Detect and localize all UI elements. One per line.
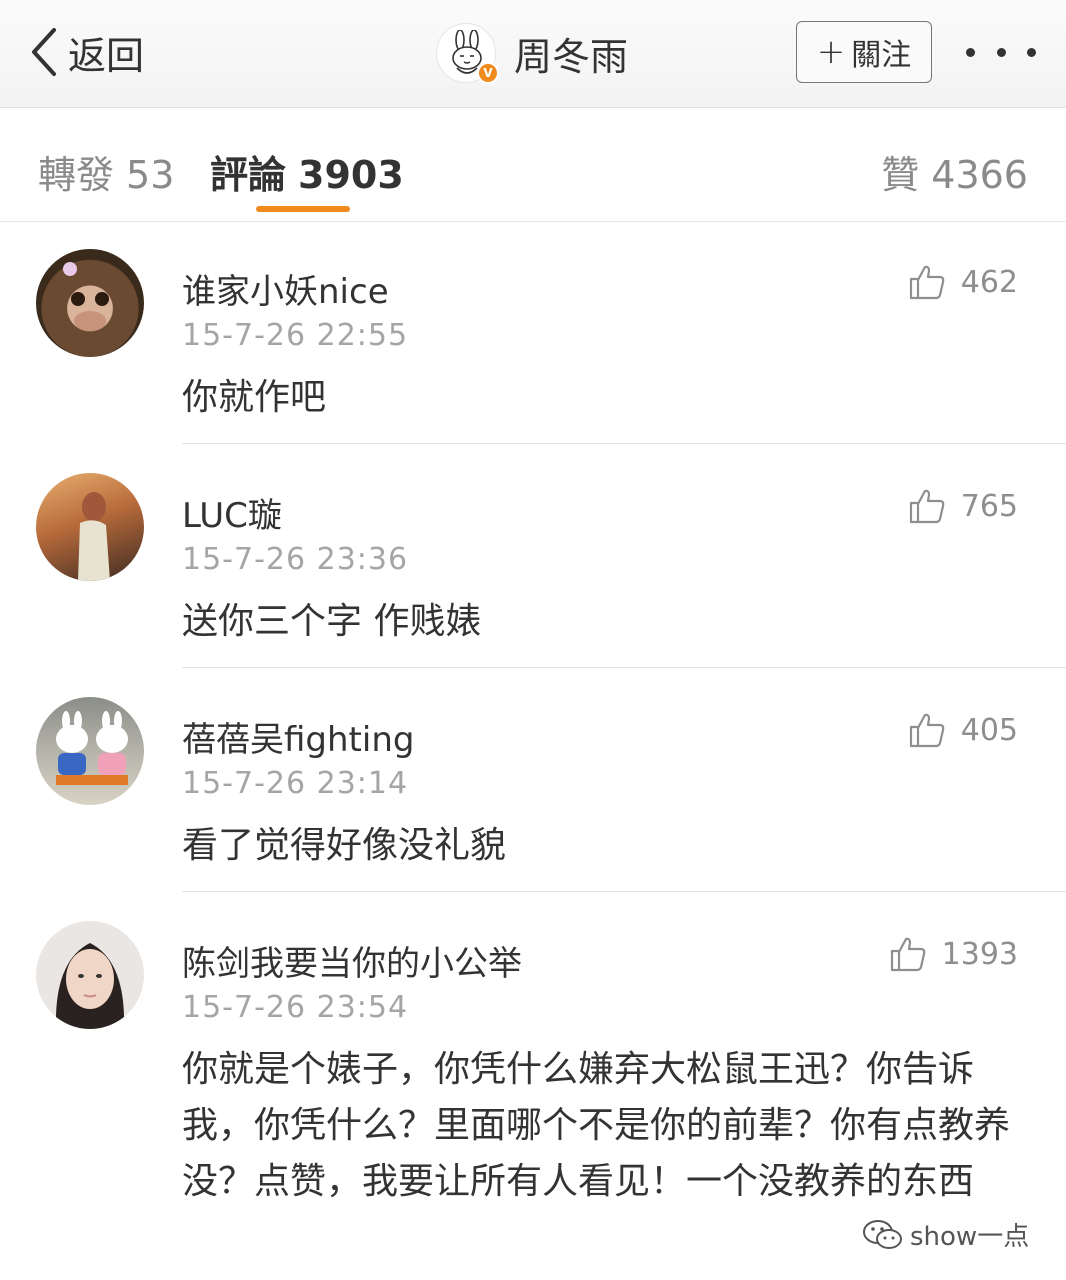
back-button[interactable]: 返回	[28, 22, 144, 82]
watermark: show一点	[862, 1216, 1029, 1253]
like-count: 1393	[941, 936, 1018, 972]
divider	[182, 667, 1066, 668]
plus-icon: +	[816, 32, 846, 72]
monkey-avatar-icon	[63, 262, 109, 331]
wechat-icon	[863, 1219, 902, 1249]
nav-header: 返回 V 周冬雨 + 關注	[0, 0, 1066, 108]
back-label: 返回	[68, 33, 145, 78]
chevron-left-icon	[32, 28, 56, 76]
follow-button[interactable]: + 關注	[796, 21, 932, 83]
comment-time: 15-7-26 23:36	[182, 542, 409, 577]
comment-text: 看了觉得好像没礼貌	[182, 825, 507, 866]
tab-label: 贊	[881, 153, 920, 197]
comment-username[interactable]: LUC璇	[182, 488, 282, 537]
comment-username[interactable]: 谁家小妖nice	[182, 264, 389, 313]
divider	[182, 891, 1066, 892]
miffy-avatar-icon	[56, 711, 128, 785]
tab-likes[interactable]: 贊 4366	[881, 144, 1028, 199]
avatar[interactable]	[36, 697, 144, 805]
page-title: 周冬雨	[514, 34, 629, 79]
girl-selfie-avatar-icon	[55, 943, 125, 1029]
profile-avatar[interactable]: V	[436, 23, 499, 84]
follow-label: 關注	[851, 38, 912, 73]
comment-time: 15-7-26 22:55	[182, 318, 409, 353]
like-count: 765	[960, 488, 1018, 524]
more-button[interactable]	[966, 30, 1036, 74]
tab-label: 評論	[210, 153, 287, 197]
comment-text: 你就作吧	[182, 377, 327, 418]
comment-time: 15-7-26 23:14	[182, 766, 409, 801]
active-tab-indicator	[256, 206, 350, 212]
comment-text: 送你三个字 作贱婊	[182, 601, 482, 642]
like-button[interactable]: 765	[907, 486, 1018, 526]
like-button[interactable]: 462	[907, 262, 1018, 302]
like-count: 462	[960, 264, 1018, 300]
profile-title[interactable]: V 周冬雨	[436, 22, 628, 84]
girl-sunset-avatar-icon	[78, 492, 110, 581]
avatar[interactable]	[36, 473, 144, 581]
thumbs-up-icon	[909, 489, 945, 524]
avatar[interactable]	[36, 249, 144, 357]
tab-count: 4366	[931, 153, 1028, 197]
like-count: 405	[960, 712, 1018, 748]
verified-badge: V	[477, 62, 499, 84]
like-button[interactable]: 405	[907, 710, 1018, 750]
like-button[interactable]: 1393	[888, 934, 1018, 974]
comment-username[interactable]: 陈剑我要当你的小公举	[182, 936, 522, 985]
tab-bar: 轉發 53 評論 3903 贊 4366	[0, 108, 1066, 222]
tab-reposts[interactable]: 轉發 53	[38, 144, 174, 199]
tab-label: 轉發	[38, 153, 115, 197]
thumbs-up-icon	[909, 265, 945, 300]
divider	[182, 443, 1066, 444]
watermark-text: show一点	[910, 1222, 1030, 1252]
avatar[interactable]	[36, 921, 144, 1029]
tab-count: 3903	[298, 153, 404, 197]
thumbs-up-icon	[890, 937, 925, 972]
tab-count: 53	[126, 153, 175, 197]
comment-text: 你就是个婊子，你凭什么嫌弃大松鼠王迅？你告诉我，你凭什么？里面哪个不是你的前辈？…	[182, 1049, 1011, 1202]
more-dots-icon	[966, 47, 975, 57]
comment-username[interactable]: 蓓蓓吴fighting	[182, 712, 414, 761]
tab-comments[interactable]: 評論 3903	[210, 144, 404, 199]
thumbs-up-icon	[909, 713, 945, 748]
comment-time: 15-7-26 23:54	[182, 990, 409, 1025]
